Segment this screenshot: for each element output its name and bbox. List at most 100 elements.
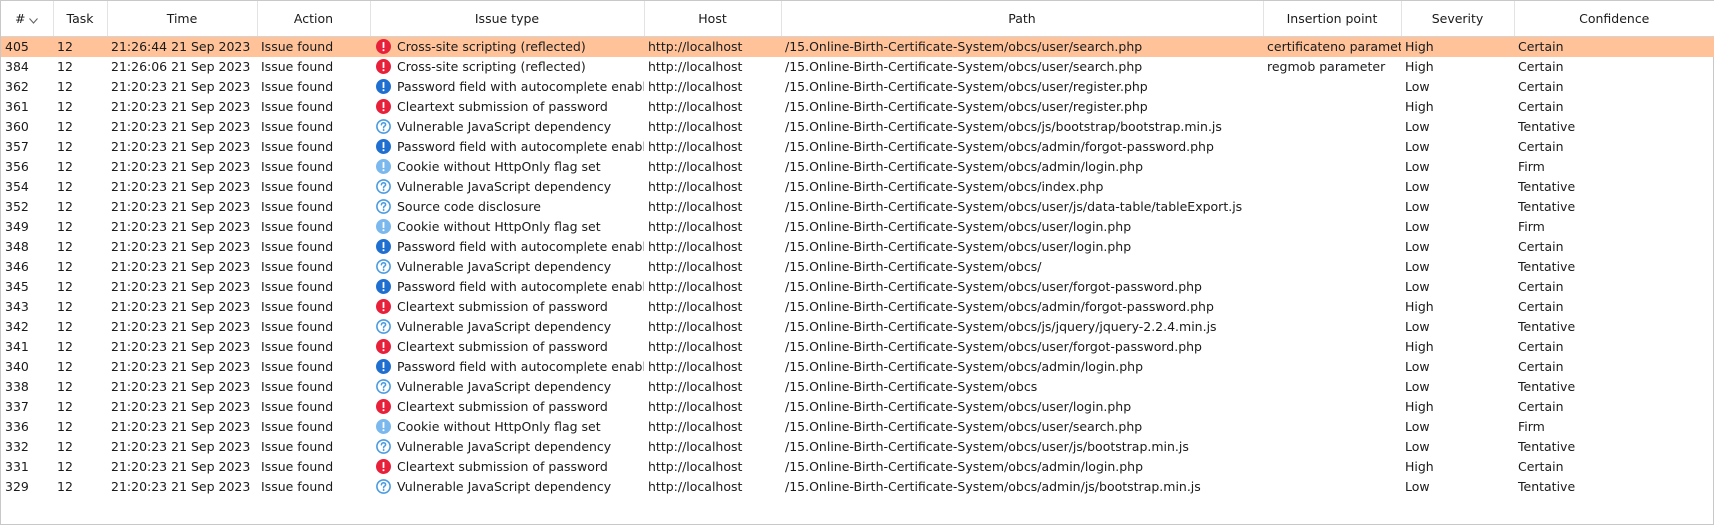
chevron-down-icon bbox=[29, 12, 39, 27]
cell-host: http://localhost bbox=[648, 139, 743, 154]
column-header-host[interactable]: Host bbox=[644, 1, 782, 37]
column-header-action[interactable]: Action bbox=[257, 1, 371, 37]
low-certain-icon bbox=[376, 79, 391, 94]
cell-host: http://localhost bbox=[648, 199, 743, 214]
table-row[interactable]: 341 12 21:20:23 21 Sep 2023 Issue found Clea… bbox=[1, 337, 1714, 357]
table-row[interactable]: 345 12 21:20:23 21 Sep 2023 Issue found Pass… bbox=[1, 277, 1714, 297]
cell-severity: Low bbox=[1405, 79, 1430, 94]
cell-confidence: Tentative bbox=[1518, 259, 1576, 274]
cell-insertion-point bbox=[1263, 77, 1401, 97]
cell-action: Issue found bbox=[261, 179, 334, 194]
cell-confidence: Certain bbox=[1518, 139, 1564, 154]
table-row[interactable]: 357 12 21:20:23 21 Sep 2023 Issue found Pass… bbox=[1, 137, 1714, 157]
cell-task: 12 bbox=[57, 379, 73, 394]
table-row[interactable]: 342 12 21:20:23 21 Sep 2023 Issue found Vuln… bbox=[1, 317, 1714, 337]
cell-confidence: Tentative bbox=[1518, 479, 1576, 494]
table-row[interactable]: 338 12 21:20:23 21 Sep 2023 Issue found Vuln… bbox=[1, 377, 1714, 397]
table-row[interactable]: 352 12 21:20:23 21 Sep 2023 Issue found Sour… bbox=[1, 197, 1714, 217]
table-row[interactable]: 343 12 21:20:23 21 Sep 2023 Issue found Clea… bbox=[1, 297, 1714, 317]
cell-id: 331 bbox=[5, 459, 29, 474]
cell-task: 12 bbox=[57, 299, 73, 314]
cell-time: 21:20:23 21 Sep 2023 bbox=[111, 439, 251, 454]
cell-path: /15.Online-Birth-Certificate-System/obcs… bbox=[785, 359, 1144, 374]
cell-path: /15.Online-Birth-Certificate-System/obcs… bbox=[785, 159, 1144, 174]
issue-type-label: Cleartext submission of password bbox=[397, 99, 608, 114]
cell-id: 405 bbox=[1, 36, 53, 57]
tentative-icon bbox=[376, 319, 391, 334]
cell-severity: Low bbox=[1405, 159, 1430, 174]
cell-host: http://localhost bbox=[648, 119, 743, 134]
cell-task: 12 bbox=[57, 399, 73, 414]
column-header-task[interactable]: Task bbox=[53, 1, 108, 37]
cell-time: 21:20:23 21 Sep 2023 bbox=[111, 359, 251, 374]
column-header-issue-type[interactable]: Issue type bbox=[370, 1, 645, 37]
cell-insertion-point bbox=[1263, 257, 1401, 277]
cell-severity: Low bbox=[1405, 439, 1430, 454]
cell-path: /15.Online-Birth-Certificate-System/obcs… bbox=[785, 59, 1143, 74]
cell-severity: Low bbox=[1405, 119, 1430, 134]
cell-id: 332 bbox=[5, 439, 29, 454]
table-row[interactable]: 349 12 21:20:23 21 Sep 2023 Issue found Cook… bbox=[1, 217, 1714, 237]
cell-task: 12 bbox=[57, 459, 73, 474]
cell-severity: High bbox=[1405, 99, 1434, 114]
column-header-confidence[interactable]: Confidence bbox=[1514, 1, 1714, 37]
table-row[interactable]: 336 12 21:20:23 21 Sep 2023 Issue found Cook… bbox=[1, 417, 1714, 437]
cell-insertion-point bbox=[1263, 177, 1401, 197]
column-header-id[interactable]: # bbox=[1, 1, 54, 37]
cell-action: Issue found bbox=[261, 99, 334, 114]
cell-id: 338 bbox=[5, 379, 29, 394]
cell-path: /15.Online-Birth-Certificate-System/obcs… bbox=[785, 439, 1189, 454]
table-row[interactable]: 331 12 21:20:23 21 Sep 2023 Issue found Clea… bbox=[1, 457, 1714, 477]
cell-severity: High bbox=[1405, 339, 1434, 354]
cell-task: 12 bbox=[57, 79, 73, 94]
cell-issue-type: Vulnerable JavaScript dependency bbox=[370, 257, 644, 277]
cell-severity: High bbox=[1405, 459, 1434, 474]
cell-issue-type: Cleartext submission of password bbox=[370, 397, 644, 417]
table-row[interactable]: 346 12 21:20:23 21 Sep 2023 Issue found Vuln… bbox=[1, 257, 1714, 277]
table-row[interactable]: 360 12 21:20:23 21 Sep 2023 Issue found Vuln… bbox=[1, 117, 1714, 137]
cell-id: 342 bbox=[5, 319, 29, 334]
cell-action: Issue found bbox=[261, 239, 334, 254]
cell-action: Issue found bbox=[261, 259, 334, 274]
column-header-path[interactable]: Path bbox=[781, 1, 1264, 37]
cell-confidence: Certain bbox=[1518, 99, 1564, 114]
table-row[interactable]: 356 12 21:20:23 21 Sep 2023 Issue found Cook… bbox=[1, 157, 1714, 177]
cell-id: 340 bbox=[5, 359, 29, 374]
column-header-time[interactable]: Time bbox=[107, 1, 258, 37]
cell-issue-type: Vulnerable JavaScript dependency bbox=[370, 117, 644, 137]
cell-action: Issue found bbox=[261, 379, 334, 394]
cell-issue-type: Password field with autocomplete enabled bbox=[370, 137, 644, 157]
table-row[interactable]: 405 12 21:26:44 21 Sep 2023 Issue found Cros… bbox=[1, 36, 1714, 57]
cell-action: Issue found bbox=[261, 359, 334, 374]
cell-task: 12 bbox=[57, 419, 73, 434]
table-row[interactable]: 348 12 21:20:23 21 Sep 2023 Issue found Pass… bbox=[1, 237, 1714, 257]
cell-host: http://localhost bbox=[648, 459, 743, 474]
high-severity-icon bbox=[376, 59, 391, 74]
cell-path: /15.Online-Birth-Certificate-System/obcs… bbox=[785, 179, 1104, 194]
cell-id: 357 bbox=[5, 139, 29, 154]
table-row[interactable]: 329 12 21:20:23 21 Sep 2023 Issue found Vuln… bbox=[1, 477, 1714, 497]
column-header-insertion-point[interactable]: Insertion point bbox=[1263, 1, 1402, 37]
cell-severity: Low bbox=[1405, 179, 1430, 194]
table-row[interactable]: 361 12 21:20:23 21 Sep 2023 Issue found Clea… bbox=[1, 97, 1714, 117]
table-row[interactable]: 384 12 21:26:06 21 Sep 2023 Issue found Cros… bbox=[1, 57, 1714, 77]
cell-time: 21:20:23 21 Sep 2023 bbox=[111, 159, 251, 174]
table-row[interactable]: 337 12 21:20:23 21 Sep 2023 Issue found Clea… bbox=[1, 397, 1714, 417]
cell-time: 21:20:23 21 Sep 2023 bbox=[111, 119, 251, 134]
cell-action: Issue found bbox=[261, 139, 334, 154]
cell-severity: High bbox=[1401, 36, 1514, 57]
cell-severity: Low bbox=[1405, 319, 1430, 334]
table-row[interactable]: 362 12 21:20:23 21 Sep 2023 Issue found Pass… bbox=[1, 77, 1714, 97]
cell-issue-type: Cleartext submission of password bbox=[370, 97, 644, 117]
cell-id: 337 bbox=[5, 399, 29, 414]
cell-confidence: Certain bbox=[1518, 359, 1564, 374]
column-header-severity[interactable]: Severity bbox=[1401, 1, 1515, 37]
table-row[interactable]: 332 12 21:20:23 21 Sep 2023 Issue found Vuln… bbox=[1, 437, 1714, 457]
cell-task: 12 bbox=[57, 439, 73, 454]
table-row[interactable]: 340 12 21:20:23 21 Sep 2023 Issue found Pass… bbox=[1, 357, 1714, 377]
tentative-icon bbox=[376, 479, 391, 494]
cell-severity: Low bbox=[1405, 239, 1430, 254]
tentative-icon bbox=[376, 119, 391, 134]
table-row[interactable]: 354 12 21:20:23 21 Sep 2023 Issue found Vuln… bbox=[1, 177, 1714, 197]
tentative-icon bbox=[376, 439, 391, 454]
